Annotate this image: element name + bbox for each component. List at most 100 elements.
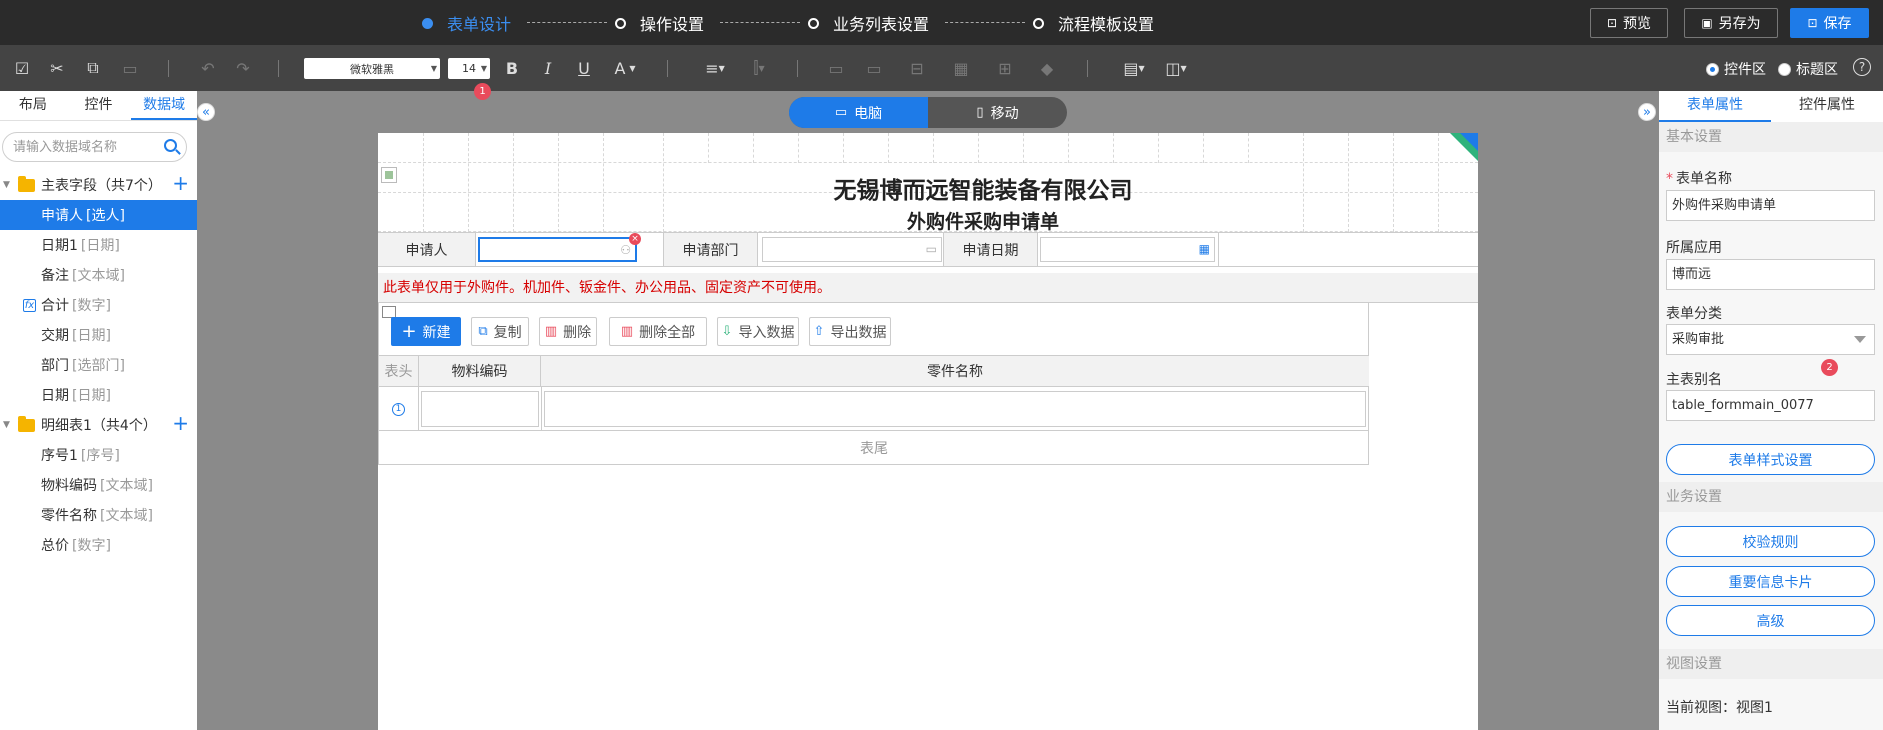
help-icon[interactable]: ? (1853, 58, 1871, 76)
undo-icon[interactable]: ↶ (198, 58, 218, 78)
grid-line (978, 133, 979, 163)
pc-view-button[interactable]: ▭ 电脑 (789, 97, 928, 128)
tree-item-field[interactable]: 申请人 [选人] (0, 200, 197, 230)
grid-line (1113, 133, 1114, 163)
layout-icon[interactable]: ▤ ▼ (1120, 58, 1148, 78)
redo-icon[interactable]: ↷ (233, 58, 253, 78)
grid-line (843, 133, 844, 163)
tree-group-detail[interactable]: ▼ 明细表1（共4个） + (0, 410, 197, 440)
bold-button[interactable]: B (502, 58, 522, 78)
step-process-template[interactable]: 流程模板设置 (1033, 11, 1154, 35)
add-field-icon[interactable]: + (172, 171, 189, 195)
add-field-icon[interactable]: + (172, 411, 189, 435)
search-icon[interactable] (164, 139, 177, 152)
font-color-button[interactable]: A ▼ (610, 58, 640, 78)
caret-down-icon: ▼ (3, 420, 10, 430)
department-picker-icon[interactable]: ▭ (926, 242, 937, 256)
delete-row-button[interactable]: ▥ 删除 (539, 317, 597, 346)
grid-line (933, 133, 934, 163)
logo-image-placeholder (381, 167, 397, 183)
title-area-radio[interactable]: 标题区 (1778, 59, 1838, 79)
fill-color-icon[interactable]: ◆ (1032, 58, 1062, 78)
align-icon[interactable]: ≡ ▼ (700, 58, 730, 78)
preview-button[interactable]: ⊡ 预览 (1590, 8, 1668, 38)
trash-icon: ▥ (544, 324, 558, 339)
tab-form-properties[interactable]: 表单属性 (1659, 91, 1771, 122)
import-data-button[interactable]: ⇩ 导入数据 (717, 317, 799, 346)
step-dot-icon (615, 17, 626, 29)
calendar-icon[interactable]: ▦ (1199, 242, 1210, 256)
italic-button[interactable]: I (538, 58, 558, 78)
row-marker-cell: 1 (379, 387, 419, 431)
tree-item-field[interactable]: 总价 [数字] (0, 530, 197, 560)
grid-line (1248, 133, 1249, 163)
toolbar-divider (797, 60, 798, 77)
column-header-part-name[interactable]: 零件名称 (541, 356, 1369, 386)
tab-data-fields[interactable]: 数据域 (131, 91, 198, 120)
tree-item-field[interactable]: 日期 [日期] (0, 380, 197, 410)
merge-cells-icon[interactable]: ⊟ (902, 58, 932, 78)
tree-item-field[interactable]: 部门 [选部门] (0, 350, 197, 380)
grid-line (1203, 133, 1204, 163)
info-card-button[interactable]: 重要信息卡片 (1666, 566, 1875, 597)
advanced-button[interactable]: 高级 (1666, 605, 1875, 636)
tree-item-field[interactable]: 序号1 [序号] (0, 440, 197, 470)
app-input[interactable]: 博而远 (1666, 259, 1875, 290)
company-name: 无锡博而远智能装备有限公司 (833, 178, 1133, 204)
tree-item-field[interactable]: 物料编码 [文本域] (0, 470, 197, 500)
mobile-view-button[interactable]: ▯ 移动 (928, 97, 1067, 128)
field-search-input[interactable] (11, 138, 151, 156)
form-name-input[interactable]: 外购件采购申请单 (1666, 190, 1875, 221)
tree-item-field[interactable]: 零件名称 [文本域] (0, 500, 197, 530)
step-operation-settings[interactable]: 操作设置 (615, 11, 704, 35)
date-field[interactable]: ▦ (1040, 237, 1215, 262)
valign-icon[interactable]: ⫿ ▼ (744, 58, 774, 78)
copy-row-button[interactable]: ⧉ 复制 (471, 317, 529, 346)
department-field[interactable]: ▭ (762, 237, 942, 262)
save-as-button[interactable]: ▣ 另存为 (1684, 8, 1778, 38)
tree-group-main[interactable]: ▼ 主表字段（共7个） + (0, 170, 197, 200)
step-business-list[interactable]: 业务列表设置 (808, 11, 929, 35)
applicant-field[interactable]: ⚇ × (478, 233, 641, 262)
tree-item-field[interactable]: 交期 [日期] (0, 320, 197, 350)
grid-line (468, 133, 469, 232)
copy-icon[interactable]: ⧉ (83, 58, 103, 78)
applicant-label: 申请人 (378, 233, 476, 266)
alias-input[interactable]: table_formmain_0077 (1666, 390, 1875, 421)
form-style-button[interactable]: 表单样式设置 (1666, 444, 1875, 475)
category-select[interactable]: 采购审批 (1666, 324, 1875, 355)
save-button[interactable]: ⊡ 保存 (1790, 8, 1869, 38)
new-row-button[interactable]: + 新建 (391, 317, 461, 346)
insert-row-icon[interactable]: ▭ (826, 58, 846, 78)
font-size-select[interactable]: 14 ▼ (448, 58, 490, 79)
underline-button[interactable]: U (574, 58, 594, 78)
tree-item-field[interactable]: fx 合计 [数字] (0, 290, 197, 320)
column-header-material-code[interactable]: 物料编码 (419, 356, 541, 386)
export-data-button[interactable]: ⇧ 导出数据 (809, 317, 891, 346)
split-cells-icon[interactable]: ▦ (946, 58, 976, 78)
grid-line (888, 133, 889, 163)
tree-item-field[interactable]: 日期1 [日期] (0, 230, 197, 260)
validation-rules-button[interactable]: 校验规则 (1666, 526, 1875, 557)
cut-icon[interactable]: ✂ (47, 58, 67, 78)
collapse-right-icon[interactable]: » (1638, 103, 1656, 121)
tab-control-properties[interactable]: 控件属性 (1771, 91, 1883, 122)
tab-controls[interactable]: 控件 (66, 91, 132, 120)
control-area-radio[interactable]: 控件区 (1706, 59, 1766, 79)
paste-icon[interactable]: ▭ (120, 58, 140, 78)
tree-item-field[interactable]: 备注 [文本域] (0, 260, 197, 290)
material-code-cell[interactable] (421, 391, 539, 427)
select-all-icon[interactable]: ☑ (12, 58, 32, 78)
collapse-left-icon[interactable]: « (197, 103, 215, 121)
chevron-down-icon: ▼ (480, 64, 487, 73)
delete-row-icon[interactable]: ▭ (864, 58, 884, 78)
table-icon[interactable]: ⊞ (990, 58, 1020, 78)
delete-all-button[interactable]: ▥ 删除全部 (609, 317, 707, 346)
step-form-design[interactable]: 表单设计 (422, 11, 511, 35)
person-picker-icon[interactable]: ⚇ (620, 243, 631, 257)
font-family-select[interactable]: 微软雅黑 ▼ (304, 58, 440, 79)
section-basic: 基本设置 (1659, 122, 1883, 152)
part-name-cell[interactable] (544, 391, 1366, 427)
tab-layout[interactable]: 布局 (0, 91, 66, 120)
border-icon[interactable]: ◫ ▼ (1162, 58, 1190, 78)
